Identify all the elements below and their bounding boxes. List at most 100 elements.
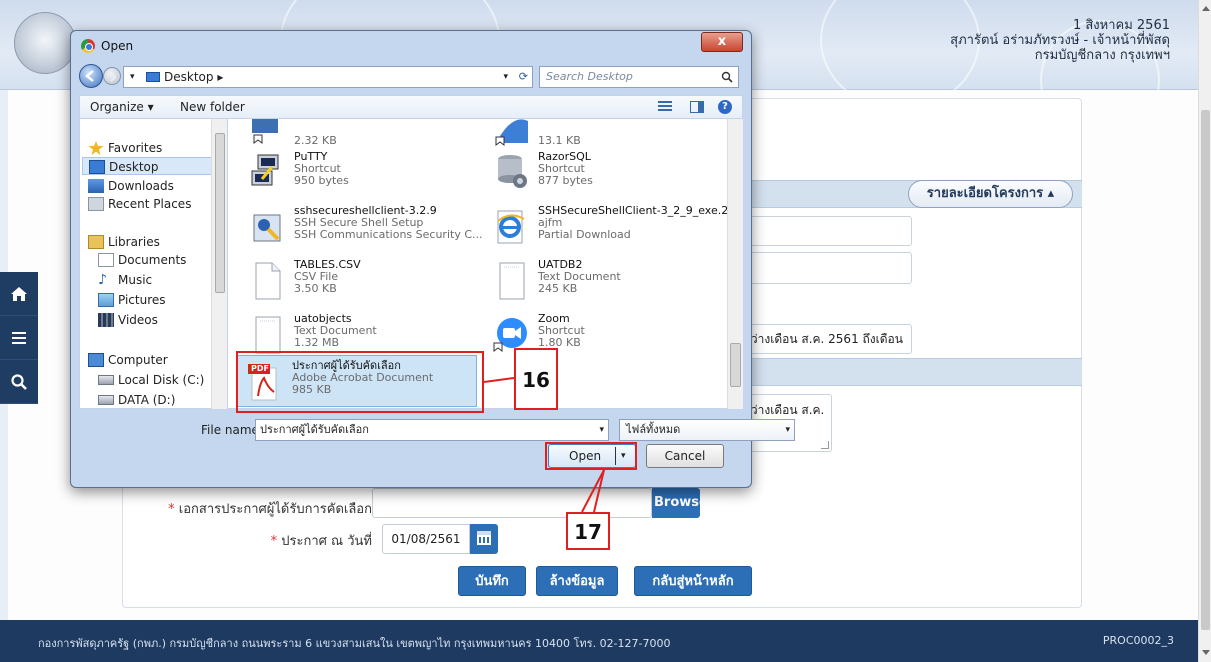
nav-pane-scrollbar[interactable]: [211, 119, 227, 409]
search-placeholder: Search Desktop: [546, 70, 633, 83]
file-name: SSHSecureShellClient-3_2_9_exe.2li: [538, 204, 735, 217]
text-document-icon: [248, 315, 286, 355]
menu-icon[interactable]: [0, 316, 38, 360]
search-icon[interactable]: [0, 360, 38, 404]
scroll-up-icon[interactable]: [1202, 6, 1210, 11]
setup-icon: [248, 207, 286, 247]
file-size: 245 KB: [538, 282, 578, 295]
text-field[interactable]: [740, 252, 912, 284]
save-button[interactable]: บันทึก: [458, 566, 526, 596]
screen: { "header": { "date": "1 สิงหาคม 2561", …: [0, 0, 1211, 662]
drive-icon: [98, 375, 114, 385]
nav-item-local-disk[interactable]: Local Disk (C:): [98, 371, 218, 389]
address-bar[interactable]: ▾ Desktop ▸ ▾ ⟳: [123, 66, 533, 88]
list-item[interactable]: UATDB2 Text Document 245 KB: [492, 259, 732, 307]
file-path-input[interactable]: [372, 488, 652, 518]
nav-item-favorites[interactable]: Favorites: [88, 139, 218, 157]
chevron-down-icon[interactable]: ▾: [785, 420, 790, 440]
file-name-label: File name:: [201, 423, 263, 437]
forward-arrow-icon[interactable]: [103, 67, 121, 85]
nav-item-recent-places[interactable]: Recent Places: [88, 195, 218, 213]
announce-date-input[interactable]: 01/08/2561: [382, 524, 470, 554]
libraries-icon: [88, 235, 104, 249]
dialog-navigation: ▾ Desktop ▸ ▾ ⟳ Search Desktop: [79, 63, 743, 91]
period-text: หว่างเดือน ส.ค.: [743, 403, 825, 417]
close-button[interactable]: x: [701, 32, 743, 52]
list-item[interactable]: TABLES.CSV CSV File 3.50 KB: [248, 259, 468, 307]
browse-button[interactable]: Browse ไฟล์: [652, 488, 700, 518]
navigation-pane: Favorites Desktop Downloads Recent Place…: [79, 119, 227, 409]
pictures-icon: [98, 293, 114, 307]
scroll-thumb[interactable]: [1201, 110, 1210, 630]
chrome-icon: [81, 39, 95, 53]
required-marker: *: [270, 534, 278, 549]
chevron-down-icon[interactable]: ▾: [130, 67, 135, 87]
file-name-input[interactable]: ประกาศผู้ได้รับคัดเลือก ▾: [255, 419, 609, 441]
file-list-scrollbar[interactable]: [727, 119, 743, 409]
nav-item-videos[interactable]: Videos: [98, 311, 218, 329]
text-field[interactable]: [740, 216, 912, 246]
home-icon[interactable]: [0, 272, 38, 316]
file-size: 3.50 KB: [294, 282, 337, 295]
file-size: 950 bytes: [294, 174, 349, 187]
downloads-icon: [88, 179, 104, 193]
help-icon[interactable]: ?: [718, 100, 732, 114]
list-item[interactable]: SSHSecureShellClient-3_2_9_exe.2li ajfm …: [492, 204, 735, 253]
required-marker: *: [168, 502, 175, 517]
search-icon[interactable]: [721, 71, 733, 83]
preview-pane-icon[interactable]: [690, 101, 704, 113]
resize-grip-icon[interactable]: [821, 441, 829, 449]
nav-item-documents[interactable]: Documents: [98, 251, 218, 269]
internet-explorer-icon: [492, 207, 530, 247]
open-file-dialog: Open x ▾ Desktop ▸ ▾ ⟳ Search Desktop Or…: [70, 30, 795, 488]
desktop-icon: [89, 160, 105, 174]
chevron-down-icon[interactable]: ▾: [599, 420, 604, 440]
calendar-button[interactable]: [470, 524, 498, 554]
scroll-thumb[interactable]: [730, 343, 741, 387]
back-to-main-button[interactable]: กลับสู่หน้าหลัก: [634, 566, 752, 596]
nav-item-downloads[interactable]: Downloads: [88, 177, 218, 195]
scroll-down-icon[interactable]: [1202, 650, 1210, 655]
new-folder-button[interactable]: New folder: [180, 96, 245, 118]
nav-item-pictures[interactable]: Pictures: [98, 291, 218, 309]
drive-icon: [98, 395, 114, 405]
list-item[interactable]: RazorSQL Shortcut 877 bytes: [492, 151, 732, 199]
department-logo: [14, 12, 76, 74]
shortcut-icon: [248, 119, 286, 153]
refresh-icon[interactable]: ⟳: [519, 67, 528, 87]
doc-label: * เอกสารประกาศผู้ได้รับการคัดเลือก: [150, 498, 372, 519]
scroll-thumb[interactable]: [215, 133, 225, 293]
change-view-icon[interactable]: [658, 101, 672, 113]
computer-icon: [88, 353, 104, 367]
list-item[interactable]: PuTTY Shortcut 950 bytes: [248, 151, 468, 199]
organize-button[interactable]: Organize ▾: [90, 96, 154, 118]
file-type-select[interactable]: ไฟล์ทั้งหมด ▾: [619, 419, 795, 441]
nav-item-desktop[interactable]: Desktop: [82, 157, 218, 175]
search-desktop-input[interactable]: Search Desktop: [539, 66, 739, 88]
address-path: Desktop ▸: [164, 70, 224, 84]
nav-item-libraries[interactable]: Libraries: [88, 233, 218, 251]
project-detail-toggle[interactable]: รายละเอียดโครงการ ▴: [908, 180, 1073, 208]
file-size: 1.32 MB: [294, 336, 340, 349]
putty-icon: [248, 153, 286, 193]
announce-date-label-text: ประกาศ ณ วันที่: [281, 534, 372, 549]
clear-button[interactable]: ล้างข้อมูล: [536, 566, 618, 596]
page-scrollbar[interactable]: [1198, 0, 1211, 662]
back-arrow-icon[interactable]: [79, 64, 103, 88]
project-detail-label: รายละเอียดโครงการ: [926, 186, 1044, 201]
period-field[interactable]: หว่างเดือน ส.ค. 2561 ถึงเดือน: [740, 324, 912, 354]
calendar-icon: [477, 531, 491, 545]
nav-item-music[interactable]: ♪ Music: [98, 271, 218, 289]
address-dropdown-icon[interactable]: ▾: [503, 67, 508, 87]
file-size: 877 bytes: [538, 174, 593, 187]
dialog-titlebar[interactable]: Open x: [71, 31, 751, 59]
file-size: 2.32 KB: [294, 134, 337, 147]
nav-item-data-drive[interactable]: DATA (D:): [98, 391, 218, 408]
list-item[interactable]: sshsecureshellclient-3.2.9 SSH Secure Sh…: [248, 205, 484, 253]
user-department: กรมบัญชีกลาง กรุงเทพฯ: [1034, 48, 1170, 63]
star-icon: [88, 141, 104, 155]
chevron-up-icon: ▴: [1047, 186, 1055, 201]
cancel-button[interactable]: Cancel: [646, 444, 724, 468]
nav-item-computer[interactable]: Computer: [88, 351, 218, 369]
file-publisher: SSH Communications Security C...: [294, 228, 483, 241]
